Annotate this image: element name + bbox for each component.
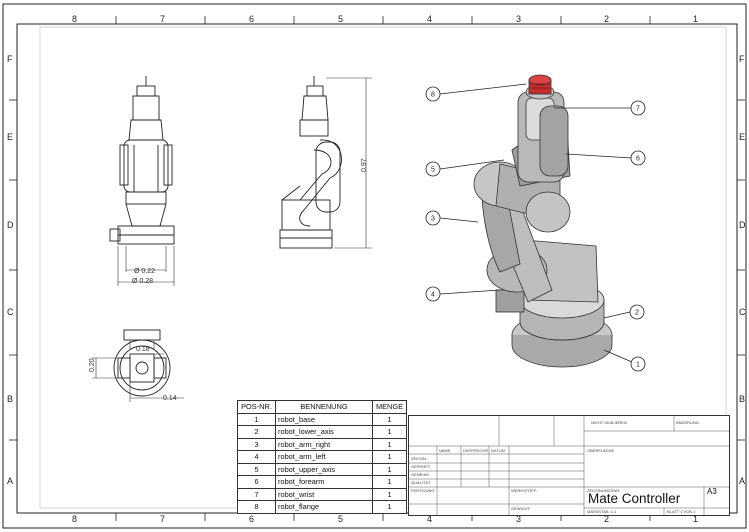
balloon-label: 4: [431, 292, 435, 299]
bom-qty: 1: [372, 450, 407, 464]
zone-col-label: 6: [249, 514, 254, 524]
bom-header-qty: MENGE: [372, 400, 407, 414]
dimension-label: 0.97: [361, 158, 368, 172]
bom-row: 1 robot_base 1: [237, 412, 407, 426]
label-signature: UNTERSCHR.: [463, 448, 490, 453]
zone-col-label: 5: [338, 514, 343, 524]
label-drawn-by: ZEICHN.: [411, 456, 427, 461]
zone-row-label: C: [7, 307, 14, 317]
front-view: [109, 76, 175, 245]
bom-name: robot_base: [275, 412, 373, 426]
sheet-size: A3: [707, 487, 717, 496]
bom-name: robot_lower_axis: [275, 425, 373, 439]
bom-name: robot_arm_left: [275, 450, 373, 464]
zone-col-label: 8: [72, 514, 77, 524]
zone-row-label: F: [7, 54, 13, 64]
balloon-label: 6: [636, 156, 640, 163]
bom-qty: 1: [372, 412, 407, 426]
balloon-label: 2: [635, 310, 639, 317]
bom-name: robot_wrist: [275, 487, 373, 501]
zone-row-label: B: [739, 394, 745, 404]
dimension-label: 0.20: [89, 358, 96, 372]
bom-row: 2 robot_lower_axis 1: [237, 425, 407, 439]
dimension-label: Ø 0.28: [132, 278, 153, 285]
label-manufacturing: FERTIGUNG: [411, 488, 435, 493]
bom-qty: 1: [372, 425, 407, 439]
side-view: [279, 76, 342, 249]
label-finish: OBERFLÄCHE: [587, 448, 615, 453]
zone-col-label: 1: [693, 14, 698, 24]
label-quality: QUALITÄT: [411, 480, 431, 485]
bom-pos: 3: [237, 437, 276, 451]
bom-pos: 2: [237, 425, 276, 439]
balloon-label: 7: [636, 106, 640, 113]
zone-row-label: D: [7, 220, 14, 230]
drawing-title: Mate Controller: [588, 491, 681, 506]
bom-qty: 1: [372, 487, 407, 501]
bom-row: 5 robot_upper_axis 1: [237, 462, 407, 476]
label-checked: GEPRÜFT: [411, 464, 431, 469]
bom-row: 6 robot_forearm 1: [237, 475, 407, 489]
bom-pos: 7: [237, 487, 276, 501]
balloon-label: 1: [636, 362, 640, 369]
balloon-label: 3: [431, 216, 435, 223]
bom-qty: 1: [372, 475, 407, 489]
bom-pos: 8: [237, 500, 276, 514]
bom-row: 7 robot_wrist 1: [237, 487, 407, 501]
balloon-label: 8: [431, 92, 435, 99]
zone-row-label: F: [739, 54, 745, 64]
label-note: NICHT SKALIEREN: [591, 420, 627, 425]
bom-pos: 5: [237, 462, 276, 476]
bill-of-materials: POS-NR. BENNENUNG MENGE 1 robot_base 1 2 ro…: [237, 400, 407, 514]
bom-name: robot_forearm: [275, 475, 373, 489]
bom-name: robot_arm_right: [275, 437, 373, 451]
top-view: [113, 329, 171, 397]
zone-row-label: B: [7, 394, 13, 404]
zone-col-label: 5: [338, 14, 343, 24]
bom-qty: 1: [372, 500, 407, 514]
label-scale: MASSSTAB: 1:1: [587, 509, 617, 514]
zone-col-label: 7: [160, 14, 165, 24]
label-name: NAME: [439, 448, 451, 453]
label-material: WERKSTOFF:: [511, 488, 538, 493]
zone-row-label: E: [739, 132, 745, 142]
bom-row: 3 robot_arm_right 1: [237, 437, 407, 451]
dimension-label: 0.14: [163, 395, 177, 402]
zone-col-label: 8: [72, 14, 77, 24]
zone-row-label: E: [7, 132, 13, 142]
title-block: ZEICHN. GEPRÜFT GENEHM. QUALITÄT FERTIGU…: [408, 415, 730, 516]
zone-col-label: 7: [160, 514, 165, 524]
bom-pos: 4: [237, 450, 276, 464]
zone-row-label: A: [739, 476, 745, 486]
bom-name: robot_flange: [275, 500, 373, 514]
isometric-view: [473, 74, 613, 368]
bom-qty: 1: [372, 437, 407, 451]
zone-col-label: 4: [427, 14, 432, 24]
zone-col-label: 6: [249, 14, 254, 24]
label-sheet: BLATT 1 VON 1: [667, 509, 696, 514]
bom-pos: 1: [237, 412, 276, 426]
dimension-label: 0.18: [136, 346, 150, 353]
zone-col-label: 3: [516, 14, 521, 24]
label-approved: GENEHM.: [411, 472, 430, 477]
title-block-grid: [409, 416, 729, 515]
zone-row-label: A: [7, 476, 13, 486]
bom-name: robot_upper_axis: [275, 462, 373, 476]
bom-row: 4 robot_arm_left 1: [237, 450, 407, 464]
zone-row-label: D: [739, 220, 746, 230]
bom-header-name: BENNENUNG: [275, 400, 373, 414]
zone-row-label: C: [739, 307, 746, 317]
balloon-label: 5: [431, 167, 435, 174]
bom-pos: 6: [237, 475, 276, 489]
label-revision: ÄNDERUNG: [676, 420, 699, 425]
bom-header-pos: POS-NR.: [237, 400, 276, 414]
dimension-label: Ø 0.22: [134, 268, 155, 275]
label-weight: GEWICHT:: [511, 506, 531, 511]
bom-row: 8 robot_flange 1: [237, 500, 407, 514]
bom-qty: 1: [372, 462, 407, 476]
zone-col-label: 2: [604, 14, 609, 24]
label-date: DATUM: [491, 448, 505, 453]
